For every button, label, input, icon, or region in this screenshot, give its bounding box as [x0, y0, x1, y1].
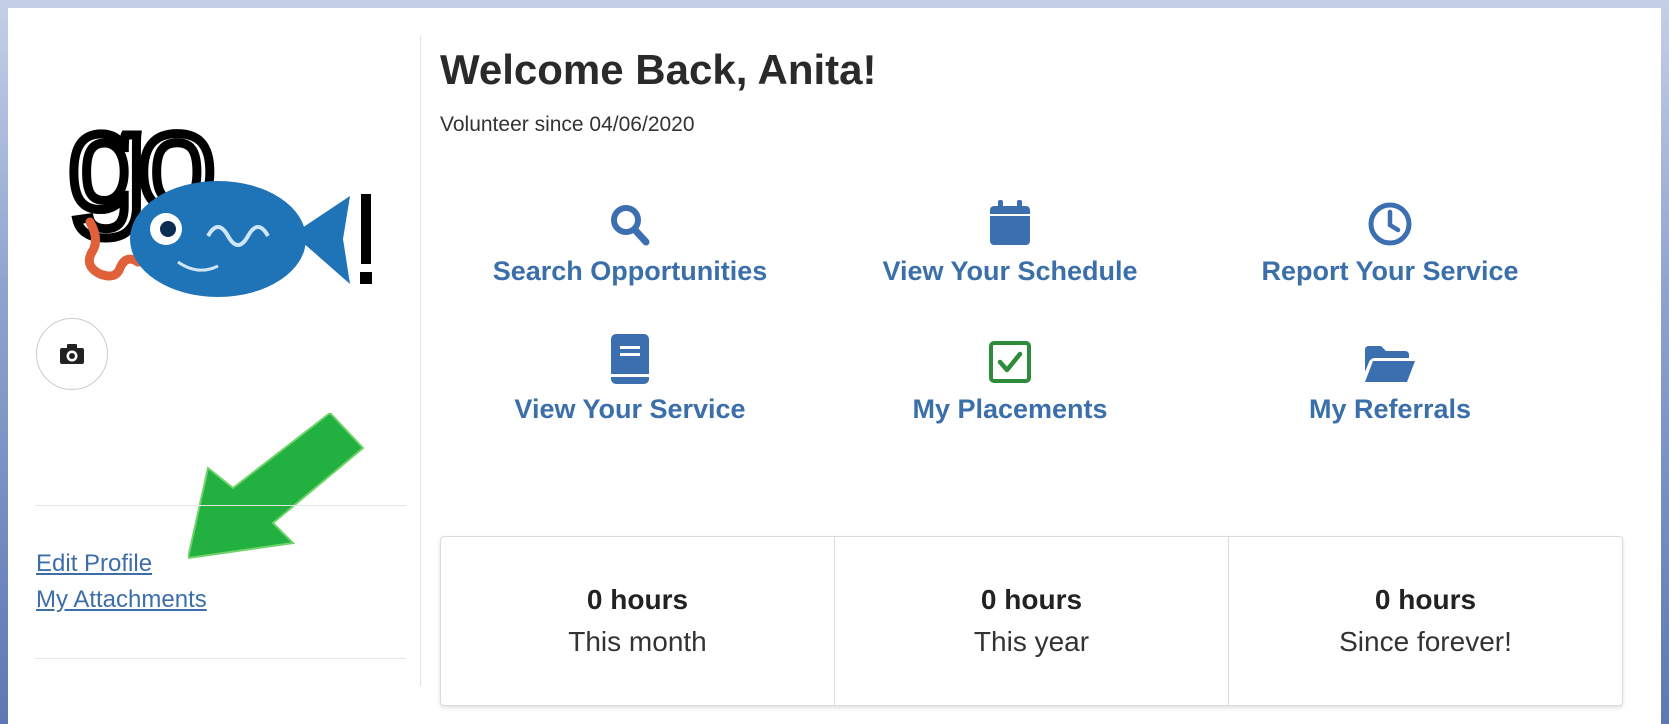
search-icon	[611, 205, 650, 246]
change-photo-button[interactable]	[36, 318, 108, 390]
stat-since-forever: 0 hours Since forever!	[1229, 537, 1622, 705]
checkbox-icon	[989, 341, 1031, 383]
column-divider	[420, 36, 421, 686]
search-opportunities-action[interactable]: Search Opportunities	[440, 188, 820, 287]
stat-value: 0 hours	[586, 584, 689, 615]
view-schedule-action[interactable]: View Your Schedule	[820, 188, 1200, 287]
action-label: Report Your Service	[1261, 256, 1519, 286]
stat-caption: Since forever!	[1339, 626, 1512, 657]
page-title: Welcome Back, Anita!	[440, 46, 877, 93]
stat-this-month: 0 hours This month	[441, 537, 835, 705]
profile-sidebar: go Edit Profile My Attachments	[8, 8, 406, 688]
stat-caption: This month	[568, 626, 707, 657]
clock-icon	[1368, 202, 1412, 246]
main-content: Welcome Back, Anita! Volunteer since 04/…	[440, 8, 1640, 724]
hours-summary: 0 hours This month 0 hours This year 0 h…	[440, 536, 1623, 706]
volunteer-since-text: Volunteer since 04/06/2020	[440, 113, 695, 136]
stat-this-year: 0 hours This year	[835, 537, 1229, 705]
action-label: View Your Schedule	[882, 256, 1138, 286]
stat-value: 0 hours	[1374, 584, 1477, 615]
stat-value: 0 hours	[980, 584, 1083, 615]
book-icon	[611, 334, 649, 384]
sidebar-divider-top	[35, 505, 406, 506]
go-fish-logo: go	[68, 104, 372, 297]
my-referrals-action[interactable]: My Referrals	[1200, 326, 1580, 425]
green-arrow-annotation	[188, 413, 365, 560]
my-placements-action[interactable]: My Placements	[820, 326, 1200, 425]
action-label: View Your Service	[514, 394, 746, 424]
dashboard-panel: go Edit Profile My Attachments Welcome B…	[8, 8, 1661, 724]
camera-icon	[60, 344, 84, 364]
edit-profile-link[interactable]: Edit Profile	[36, 550, 152, 578]
view-service-action[interactable]: View Your Service	[440, 326, 820, 425]
sidebar-divider-bottom	[35, 658, 406, 659]
calendar-icon	[990, 200, 1030, 245]
action-label: My Placements	[912, 394, 1108, 424]
stat-caption: This year	[973, 626, 1090, 657]
action-label: My Referrals	[1308, 394, 1472, 424]
folder-open-icon	[1365, 346, 1415, 382]
report-service-action[interactable]: Report Your Service	[1200, 188, 1580, 287]
action-label: Search Opportunities	[492, 256, 768, 286]
my-attachments-link[interactable]: My Attachments	[36, 586, 207, 614]
